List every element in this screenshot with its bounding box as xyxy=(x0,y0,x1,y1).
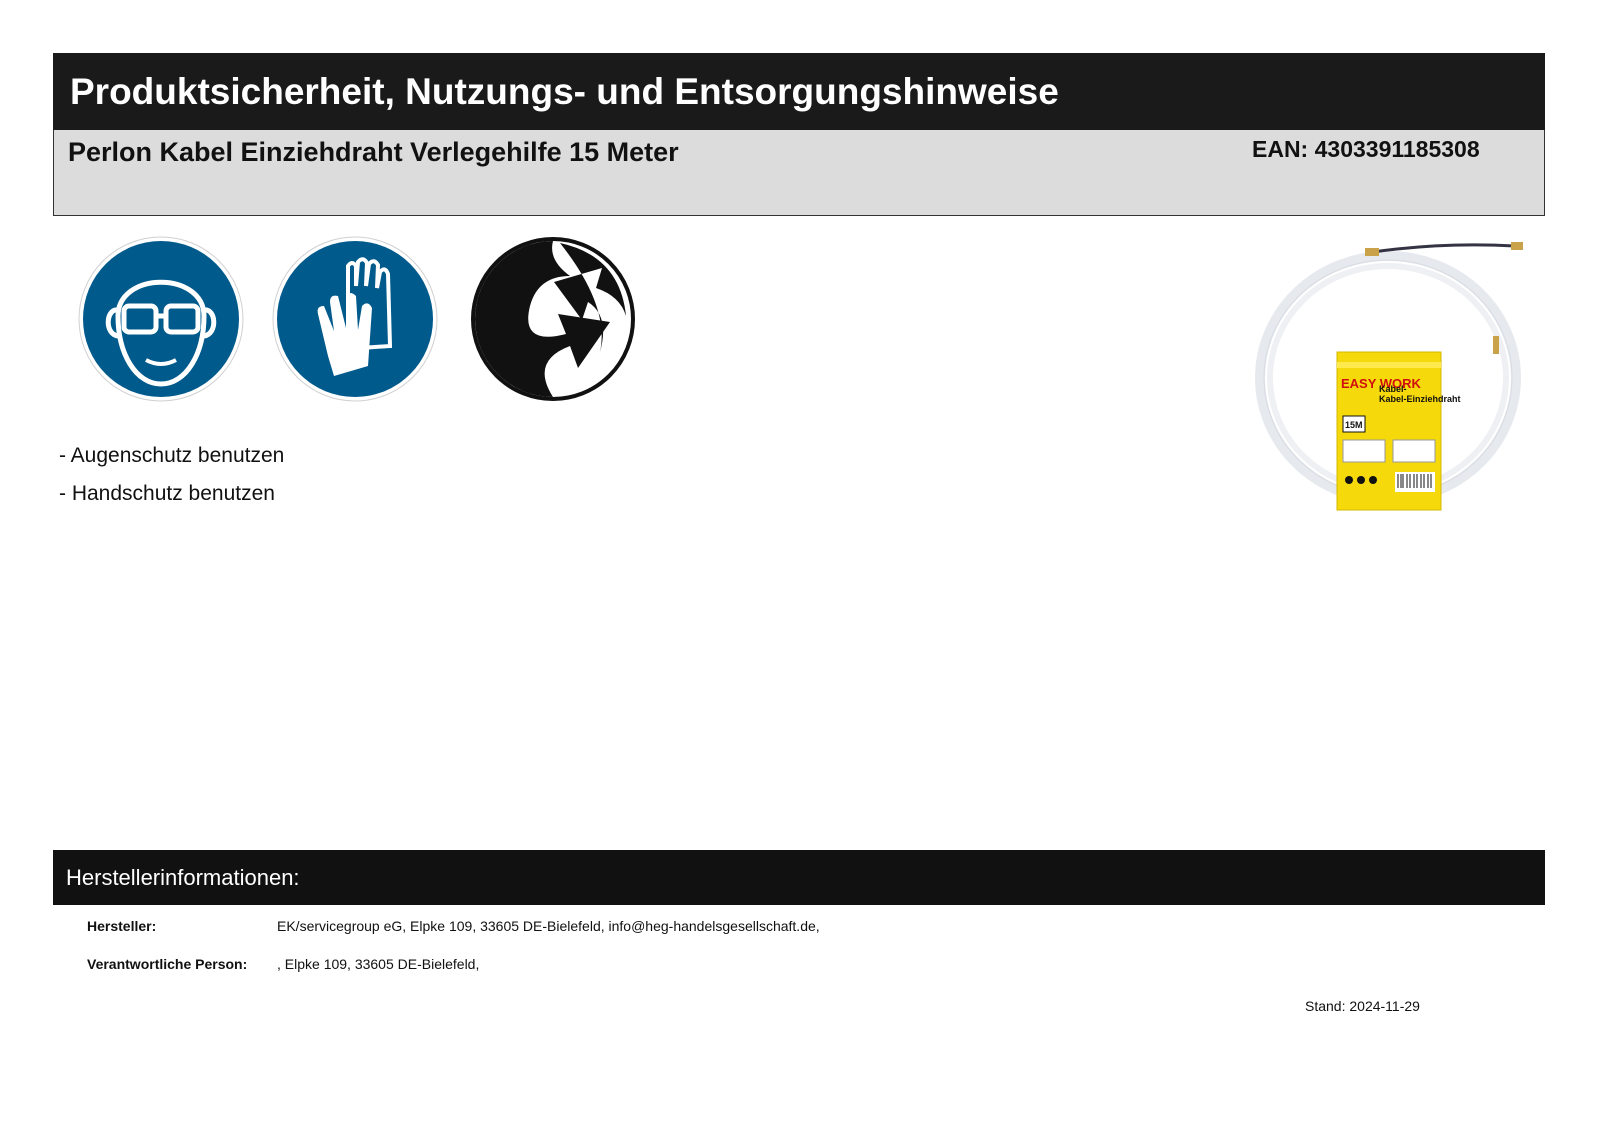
stand-date: Stand: 2024-11-29 xyxy=(1305,998,1420,1014)
manufacturer-value: EK/servicegroup eG, Elpke 109, 33605 DE-… xyxy=(277,918,820,934)
green-dot-recycling-icon xyxy=(470,236,636,402)
responsible-person-label: Verantwortliche Person: xyxy=(87,956,248,972)
responsible-person-value: , Elpke 109, 33605 DE-Bielefeld, xyxy=(277,956,480,972)
manufacturer-label: Hersteller: xyxy=(87,918,157,934)
product-name: Perlon Kabel Einziehdraht Verlegehilfe 1… xyxy=(68,137,679,167)
note-hand-protection: - Handschutz benutzen xyxy=(59,482,275,505)
svg-text:Kabel-: Kabel- xyxy=(1379,384,1407,394)
product-bar: Perlon Kabel Einziehdraht Verlegehilfe 1… xyxy=(53,130,1545,216)
hand-protection-icon xyxy=(272,236,438,402)
package-length: 15M xyxy=(1345,420,1363,430)
note-eye-protection: - Augenschutz benutzen xyxy=(59,444,285,467)
manufacturer-heading: Herstellerinformationen: xyxy=(53,850,1545,905)
product-image: EASY WORK Kabel- Kabel-Einziehdraht 15M xyxy=(1253,240,1543,520)
page-title: Produktsicherheit, Nutzungs- und Entsorg… xyxy=(53,53,1545,130)
eye-protection-icon xyxy=(78,236,244,402)
package-title: Kabel-Einziehdraht xyxy=(1379,394,1461,404)
safety-notes: - Augenschutz benutzen - Handschutz benu… xyxy=(59,437,284,513)
ean-code: EAN: 4303391185308 xyxy=(1252,136,1480,162)
